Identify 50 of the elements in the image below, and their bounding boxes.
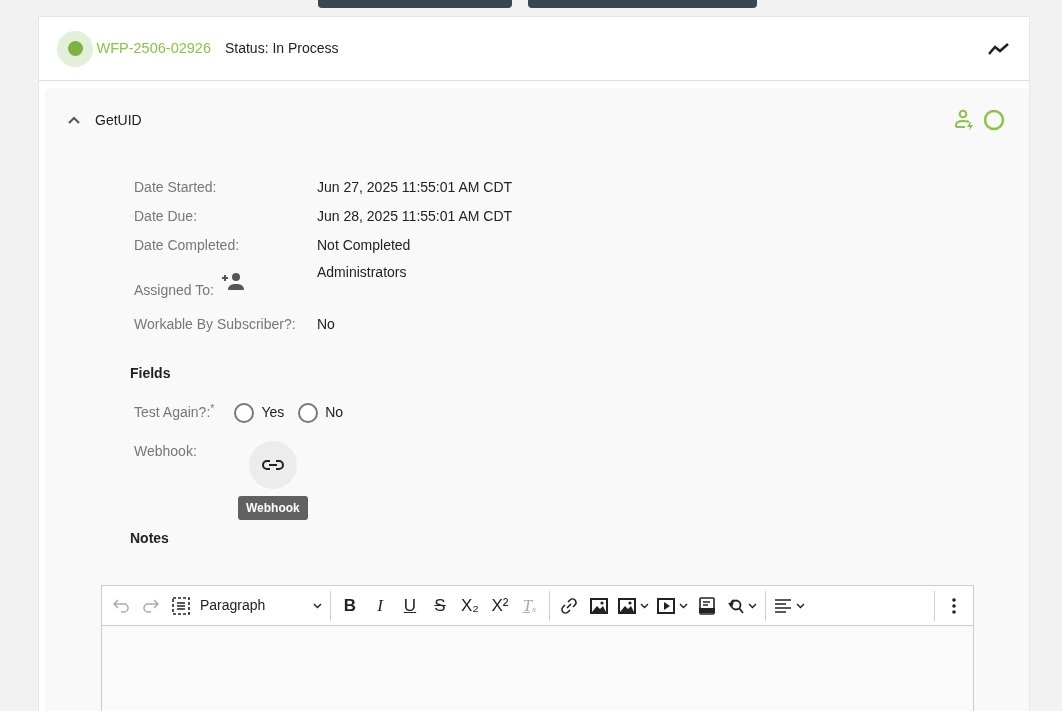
- status-text: Status: In Process: [224, 39, 339, 58]
- detail-value: Administrators: [317, 263, 407, 282]
- caret-icon: [679, 602, 688, 609]
- link-icon: [560, 596, 578, 615]
- detail-label: Date Started:: [134, 178, 218, 197]
- find-replace-icon: [726, 596, 744, 615]
- detail-label: Date Completed:: [134, 236, 241, 255]
- undo-icon: [112, 596, 130, 615]
- strike-button[interactable]: S: [425, 589, 455, 622]
- detail-label: Assigned To:: [134, 281, 214, 300]
- webhook-button[interactable]: [248, 441, 297, 489]
- redo-icon: [142, 596, 160, 615]
- caret-icon: [796, 602, 805, 609]
- option-label: Yes: [261, 403, 285, 422]
- field-label: Test Again?:$^{*}$: [134, 402, 215, 422]
- field-label: Webhook:: [134, 442, 198, 461]
- select-all-icon: [172, 596, 190, 615]
- section-heading: Fields: [130, 364, 172, 383]
- detail-value: Jun 28, 2025 11:55:01 AM CDT: [317, 207, 513, 226]
- section-heading: Notes: [130, 529, 170, 548]
- caret-icon: [313, 602, 322, 609]
- add-user-icon[interactable]: [220, 272, 245, 290]
- italic-button[interactable]: I: [365, 589, 395, 622]
- detail-value: No: [317, 315, 335, 334]
- option-label: No: [325, 403, 344, 422]
- html-icon: [698, 596, 716, 615]
- radio-button[interactable]: [298, 402, 319, 423]
- radio-button[interactable]: [234, 402, 255, 423]
- detail-label: Date Due:: [134, 207, 199, 226]
- format-dropdown[interactable]: Paragraph: [196, 589, 326, 622]
- more-icon: [952, 597, 956, 614]
- trend-chart-icon[interactable]: [987, 41, 1011, 56]
- underline-button[interactable]: U: [395, 589, 425, 622]
- image-icon: [590, 597, 608, 614]
- status-dot-icon: [57, 30, 93, 67]
- link-icon: [261, 459, 284, 471]
- image-icon: [618, 597, 636, 614]
- chevron-up-icon[interactable]: [67, 115, 81, 125]
- video-icon: [657, 596, 675, 615]
- bold-button[interactable]: B: [335, 589, 365, 622]
- caret-icon: [640, 602, 649, 609]
- sup-button[interactable]: X²: [485, 589, 515, 622]
- align-left-icon: [774, 596, 792, 615]
- step-title: GetUID: [95, 110, 142, 130]
- caret-icon: [748, 602, 757, 609]
- tooltip: Webhook: [238, 496, 308, 520]
- sub-button[interactable]: X₂: [455, 589, 485, 622]
- detail-value: Jun 27, 2025 11:55:01 AM CDT: [317, 178, 513, 197]
- detail-value: Not Completed: [317, 236, 411, 255]
- detail-label: Workable By Subscriber?:: [134, 315, 297, 334]
